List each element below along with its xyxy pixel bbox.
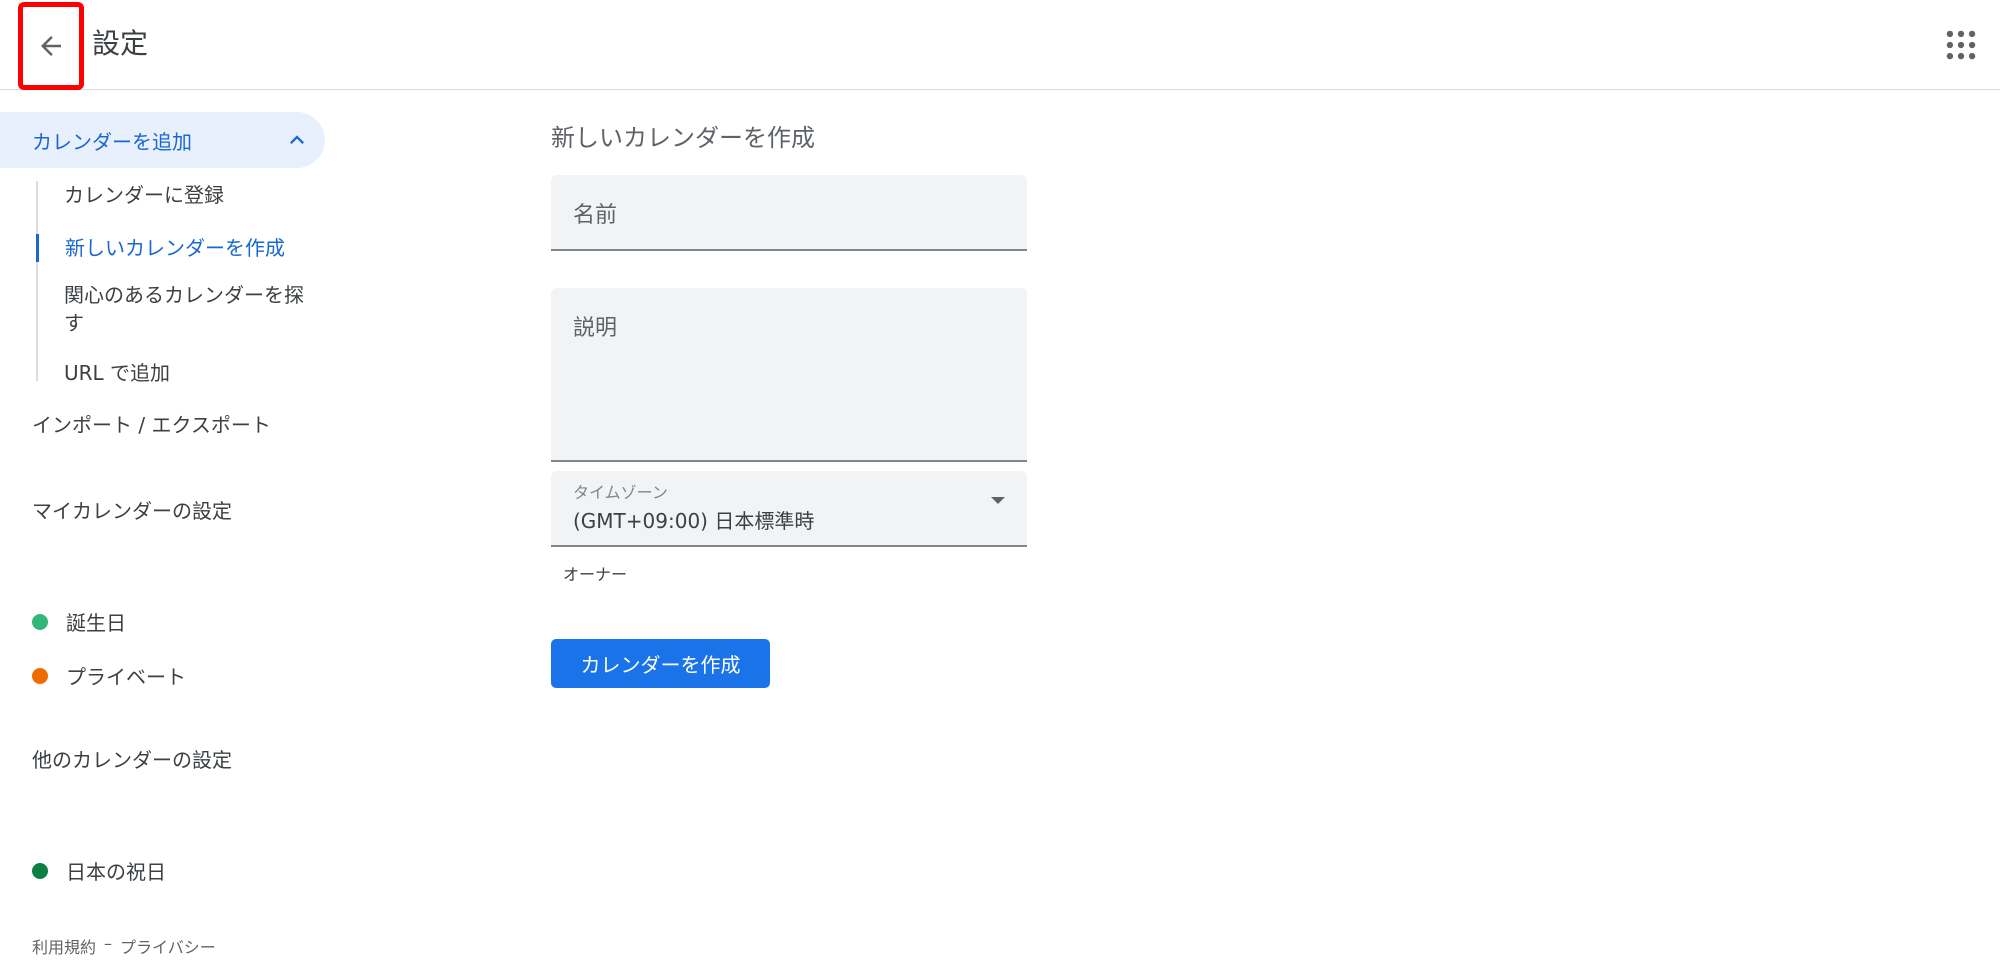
page-title: 設定 (92, 27, 149, 60)
main-content: 新しいカレンダーを作成 名前 説明 タイムゾーン (GMT+09:00) 日本標… (551, 91, 1551, 964)
sidebar-item-label: カレンダーに登録 (64, 183, 224, 207)
color-dot-icon (32, 862, 48, 879)
sidebar-item-subscribe-calendar[interactable]: カレンダーに登録 (36, 181, 296, 209)
apps-button[interactable] (1942, 26, 1980, 64)
sidebar-item-label: URL で追加 (64, 361, 171, 385)
footer-separator: – (104, 934, 113, 953)
calendar-item-birthdays[interactable]: 誕生日 (32, 607, 126, 636)
description-field[interactable]: 説明 (551, 288, 1027, 462)
create-calendar-button[interactable]: カレンダーを作成 (551, 639, 770, 688)
form-title: 新しいカレンダーを作成 (551, 124, 815, 152)
my-calendars-heading: マイカレンダーの設定 (32, 499, 232, 523)
chevron-up-icon (290, 135, 304, 144)
description-field-label: 説明 (573, 316, 618, 341)
sidebar-item-add-by-url[interactable]: URL で追加 (36, 359, 296, 387)
privacy-link[interactable]: プライバシー (120, 934, 216, 958)
sidebar-item-label: 新しいカレンダーを作成 (65, 236, 285, 260)
sidebar-item-label: インポート / エクスポート (32, 413, 271, 437)
sidebar-item-label: 関心のあるカレンダーを探す (64, 283, 304, 335)
sidebar-item-add-calendar[interactable]: カレンダーを追加 (0, 112, 325, 168)
apps-grid-icon (1946, 30, 1976, 60)
other-calendars-heading: 他のカレンダーの設定 (32, 748, 232, 772)
calendar-item-private[interactable]: プライベート (32, 661, 186, 690)
arrow-left-icon (41, 36, 61, 56)
footer-links: 利用規約 – プライバシー (32, 934, 216, 958)
back-button[interactable] (18, 2, 84, 90)
header-bar: 設定 (0, 0, 2000, 90)
name-field[interactable]: 名前 (551, 175, 1027, 251)
sidebar-item-create-calendar[interactable]: 新しいカレンダーを作成 (36, 234, 296, 262)
timezone-value: (GMT+09:00) 日本標準時 (573, 509, 815, 533)
color-dot-icon (32, 667, 48, 684)
timezone-field-label: タイムゾーン (573, 483, 668, 502)
name-field-label: 名前 (573, 203, 618, 228)
terms-link[interactable]: 利用規約 (32, 934, 96, 958)
calendar-item-label: 日本の祝日 (66, 860, 166, 884)
calendar-item-japan-holidays[interactable]: 日本の祝日 (32, 856, 166, 885)
calendar-item-label: 誕生日 (66, 611, 126, 635)
sidebar-item-import-export[interactable]: インポート / エクスポート (0, 411, 325, 439)
calendar-item-label: プライベート (66, 665, 186, 689)
color-dot-icon (32, 613, 48, 630)
sidebar-item-label: カレンダーを追加 (32, 129, 192, 154)
sidebar-item-browse-calendars[interactable]: 関心のあるカレンダーを探す (36, 281, 306, 337)
dropdown-arrow-icon (991, 497, 1005, 504)
sidebar: カレンダーを追加 カレンダーに登録 新しいカレンダーを作成 関心のあるカレンダー… (0, 91, 330, 964)
owner-label: オーナー (563, 565, 628, 584)
timezone-select[interactable]: タイムゾーン (GMT+09:00) 日本標準時 (551, 471, 1027, 547)
